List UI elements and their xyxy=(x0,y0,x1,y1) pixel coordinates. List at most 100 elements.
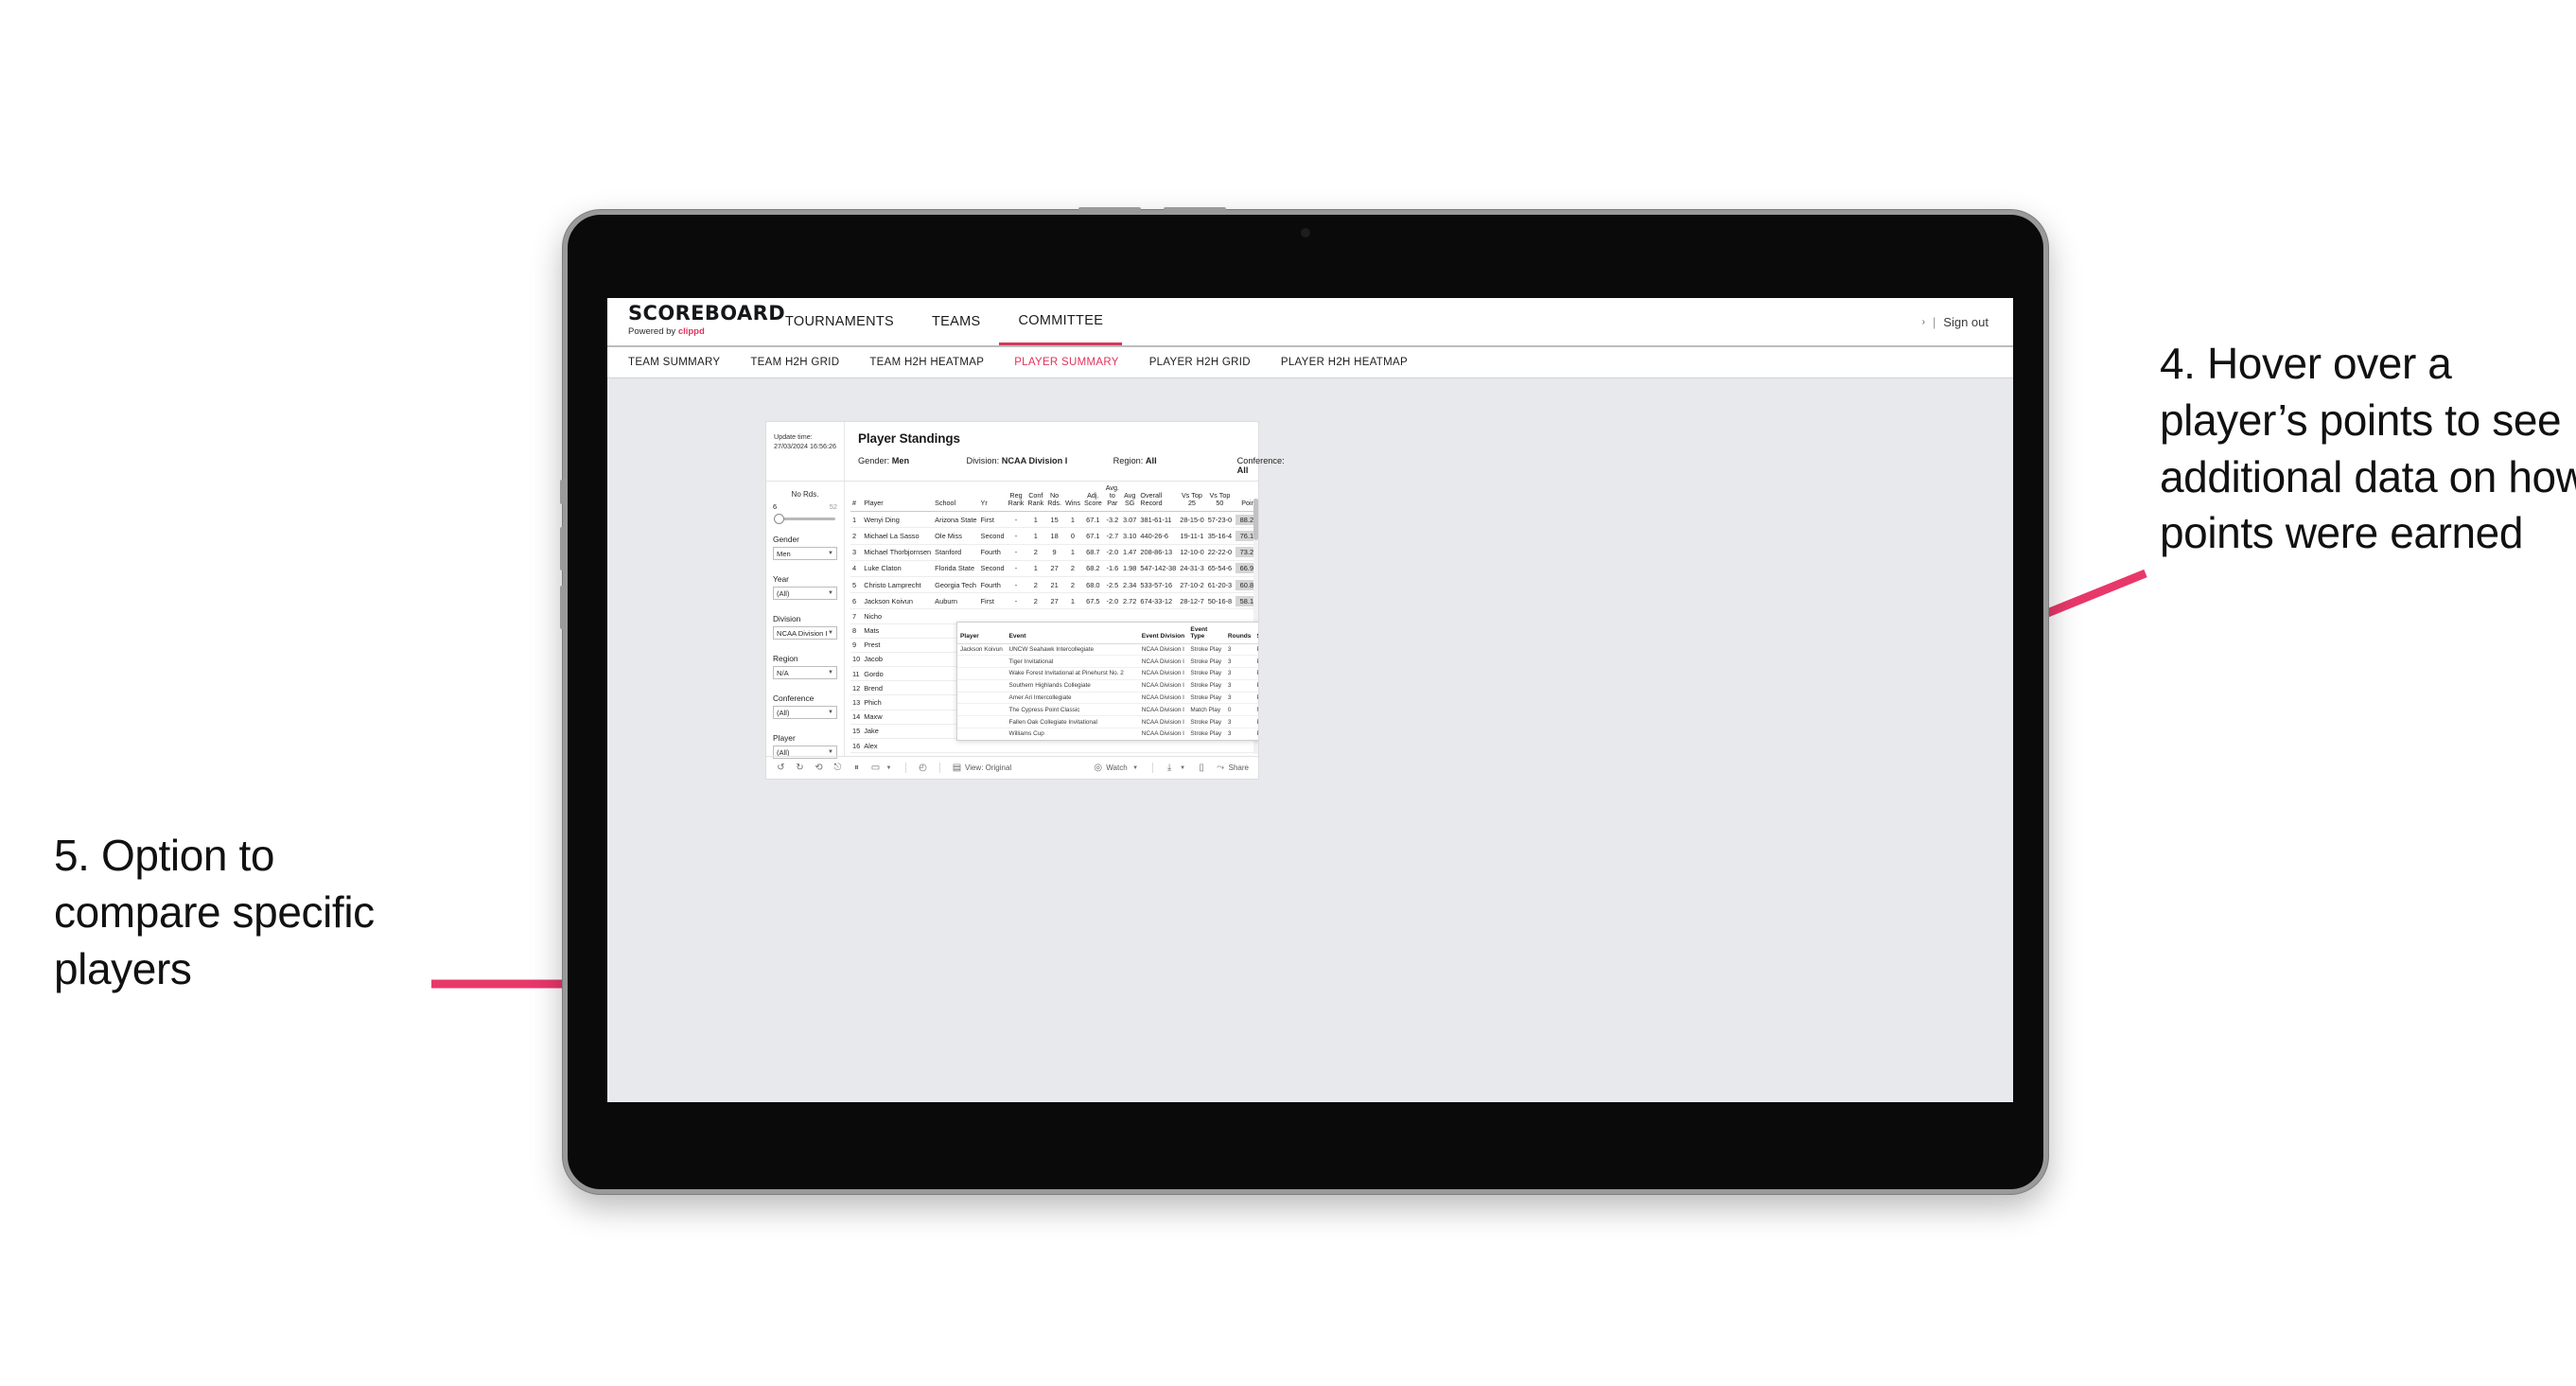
chevron-down-icon[interactable]: ▼ xyxy=(1130,763,1141,773)
row-player: Christo Lamprecht xyxy=(862,576,934,594)
tab-player-h2h-grid[interactable]: PLAYER H2H GRID xyxy=(1134,357,1266,368)
tooltip-event: Tiger Invitational xyxy=(1006,655,1139,669)
no-rounds-slider-track[interactable] xyxy=(774,514,835,524)
tooltip-event-type: Stroke Play xyxy=(1187,667,1225,680)
col-wins[interactable]: Wins xyxy=(1062,482,1082,513)
pause-icon[interactable]: ⏸ xyxy=(851,763,862,773)
device-button-power[interactable] xyxy=(560,480,565,504)
watch-button[interactable]: ◎ Watch ▼ xyxy=(1093,763,1140,773)
table-row[interactable]: 2 Michael La Sasso Ole Miss Second -1 18 0 67.1… xyxy=(850,527,1258,545)
applied-filters-summary: Gender: Men Division: NCAA Division I Re… xyxy=(858,456,1296,475)
filter-gender-select[interactable]: Men ▼ xyxy=(773,547,837,560)
row-player: Mats xyxy=(862,623,934,639)
tablet-screen: SCOREBOARD Powered by clippd TOURNAMENTS… xyxy=(607,298,2013,1102)
toolbar-divider-1 xyxy=(905,763,906,773)
table-row[interactable]: 4 Luke Claton Florida State Second -1 27 2 68.2… xyxy=(850,560,1258,577)
col-school[interactable]: School xyxy=(933,482,979,513)
history-icon[interactable]: ◴ xyxy=(918,763,928,773)
col-player[interactable]: Player xyxy=(862,482,934,513)
row-no-rounds: 9 xyxy=(1045,544,1063,561)
col-rank[interactable]: # xyxy=(850,482,863,513)
chevron-down-icon[interactable]: ▼ xyxy=(884,763,894,773)
col-overall-record[interactable]: Overall Record xyxy=(1138,482,1179,513)
row-avg-sg: 1.98 xyxy=(1121,560,1139,577)
device-preview-icon[interactable]: ▯ xyxy=(1197,763,1207,773)
workbook-toolbar: ↺ ↻ ⟲ ⎋ ⏸ ▭ ▼ ◴ ▤ View: Original ◎ Watch ▼ ⤓ xyxy=(766,756,1258,779)
row-rank: 16 xyxy=(850,738,863,754)
layout-icon[interactable]: ▭ xyxy=(870,763,881,773)
tooltip-event-division: NCAA Division I xyxy=(1139,740,1188,741)
layout-menu[interactable]: ▭ ▼ xyxy=(870,763,894,773)
table-scrollbar-thumb[interactable] xyxy=(1253,499,1258,540)
col-vs-top-50[interactable]: Vs Top 50 xyxy=(1205,482,1235,513)
chevron-down-icon[interactable]: ▼ xyxy=(1178,763,1188,773)
tt-col-division: Event Division xyxy=(1138,623,1188,644)
col-conf-rank[interactable]: Conf Rank xyxy=(1025,482,1046,513)
tooltip-status: PLAYED xyxy=(1253,728,1258,740)
revert-icon[interactable]: ⟲ xyxy=(814,763,824,773)
table-row[interactable]: 6 Jackson Koivun Auburn First -2 27 1 67.5 -2.0 2… xyxy=(850,592,1258,610)
tab-player-summary[interactable]: PLAYER SUMMARY xyxy=(999,357,1134,368)
tab-player-h2h-heatmap[interactable]: PLAYER H2H HEATMAP xyxy=(1266,357,1423,368)
nav-tournaments[interactable]: TOURNAMENTS xyxy=(766,298,913,345)
nav-committee[interactable]: COMMITTEE xyxy=(999,298,1123,345)
row-no-rounds: 27 xyxy=(1045,560,1063,577)
table-row[interactable]: 17David xyxy=(850,752,1258,756)
tab-team-h2h-grid[interactable]: TEAM H2H GRID xyxy=(735,357,854,368)
tab-team-h2h-heatmap[interactable]: TEAM H2H HEATMAP xyxy=(854,357,999,368)
filter-division-select[interactable]: NCAA Division I ▼ xyxy=(773,626,837,640)
col-adj-score[interactable]: Adj. Score xyxy=(1081,482,1104,513)
device-button-volume-up[interactable] xyxy=(560,527,565,570)
primary-nav: TOURNAMENTS TEAMS COMMITTEE xyxy=(766,298,1123,345)
row-no-rounds: 15 xyxy=(1045,511,1063,529)
row-rank: 9 xyxy=(850,638,863,653)
col-year[interactable]: Yr xyxy=(978,482,1007,513)
sign-out-link[interactable]: Sign out xyxy=(1943,315,1989,329)
col-vs-top-25[interactable]: Vs Top 25 xyxy=(1178,482,1206,513)
summary-filter-region-value: All xyxy=(1145,456,1157,465)
row-school: Florida State xyxy=(933,560,979,577)
table-row[interactable]: 1 Wenyi Ding Arizona State First -1 15 1 67.1 -3… xyxy=(850,511,1258,529)
filter-region-select[interactable]: N/A ▼ xyxy=(773,666,837,679)
dashboard-canvas: Update time: 27/03/2024 16:56:26 Player … xyxy=(607,378,2013,1102)
redo-icon[interactable]: ↻ xyxy=(795,763,805,773)
tooltip-event-division: NCAA Division I xyxy=(1138,643,1188,657)
undo-icon[interactable]: ↺ xyxy=(776,763,786,773)
tab-team-summary[interactable]: TEAM SUMMARY xyxy=(628,357,735,368)
no-rounds-slider-handle[interactable] xyxy=(774,514,784,524)
share-button[interactable]: ⤳ Share xyxy=(1216,763,1249,773)
tooltip-event-type: Stroke Play xyxy=(1187,715,1225,728)
no-rounds-range: 6 52 xyxy=(773,502,837,511)
col-avg-sg[interactable]: Avg SG xyxy=(1121,482,1139,513)
col-reg-rank[interactable]: Reg Rank xyxy=(1006,482,1026,513)
tooltip-player-name xyxy=(957,715,1007,728)
filter-year-select[interactable]: (All) ▼ xyxy=(773,587,837,600)
row-school: Stanford xyxy=(933,544,979,561)
nav-teams[interactable]: TEAMS xyxy=(913,298,999,345)
row-vs-top-50: 35-16-4 xyxy=(1205,527,1235,545)
col-avg-to-par[interactable]: Avg. to Par xyxy=(1103,482,1121,513)
refresh-icon[interactable]: ⎋ xyxy=(832,763,843,773)
tooltip-event: Amer Ari Intercollegiate xyxy=(1006,692,1139,705)
download-button[interactable]: ⤓ ▼ xyxy=(1165,763,1188,773)
row-year: Fourth xyxy=(978,576,1007,594)
summary-filter-conference-value: All xyxy=(1236,465,1249,475)
user-chevron-icon[interactable]: › xyxy=(1922,317,1925,327)
brand-logo[interactable]: SCOREBOARD Powered by clippd xyxy=(607,298,785,345)
row-wins: 2 xyxy=(1062,560,1082,577)
device-antenna-band-1 xyxy=(1078,207,1141,212)
row-player: Luke Claton xyxy=(862,560,934,577)
view-original-button[interactable]: ▤ View: Original xyxy=(952,763,1011,773)
header-divider: | xyxy=(1932,314,1936,329)
row-year: Fourth xyxy=(978,544,1007,561)
row-rank: 14 xyxy=(850,710,863,725)
table-row[interactable]: 5 Christo Lamprecht Georgia Tech Fourth -2 21… xyxy=(850,576,1258,594)
filter-conference-select[interactable]: (All) ▼ xyxy=(773,706,837,719)
tooltip-event-type: Match Play xyxy=(1187,740,1225,741)
col-no-rounds[interactable]: No Rds. xyxy=(1045,482,1063,513)
tooltip-player-name xyxy=(957,740,1007,741)
tooltip-event: Williams Cup xyxy=(1006,728,1139,740)
tablet-device-frame: SCOREBOARD Powered by clippd TOURNAMENTS… xyxy=(560,207,2048,1194)
device-button-volume-down[interactable] xyxy=(560,586,565,629)
table-row[interactable]: 3 Michael Thorbjornsen Stanford Fourth -2 9 1 6… xyxy=(850,544,1258,561)
